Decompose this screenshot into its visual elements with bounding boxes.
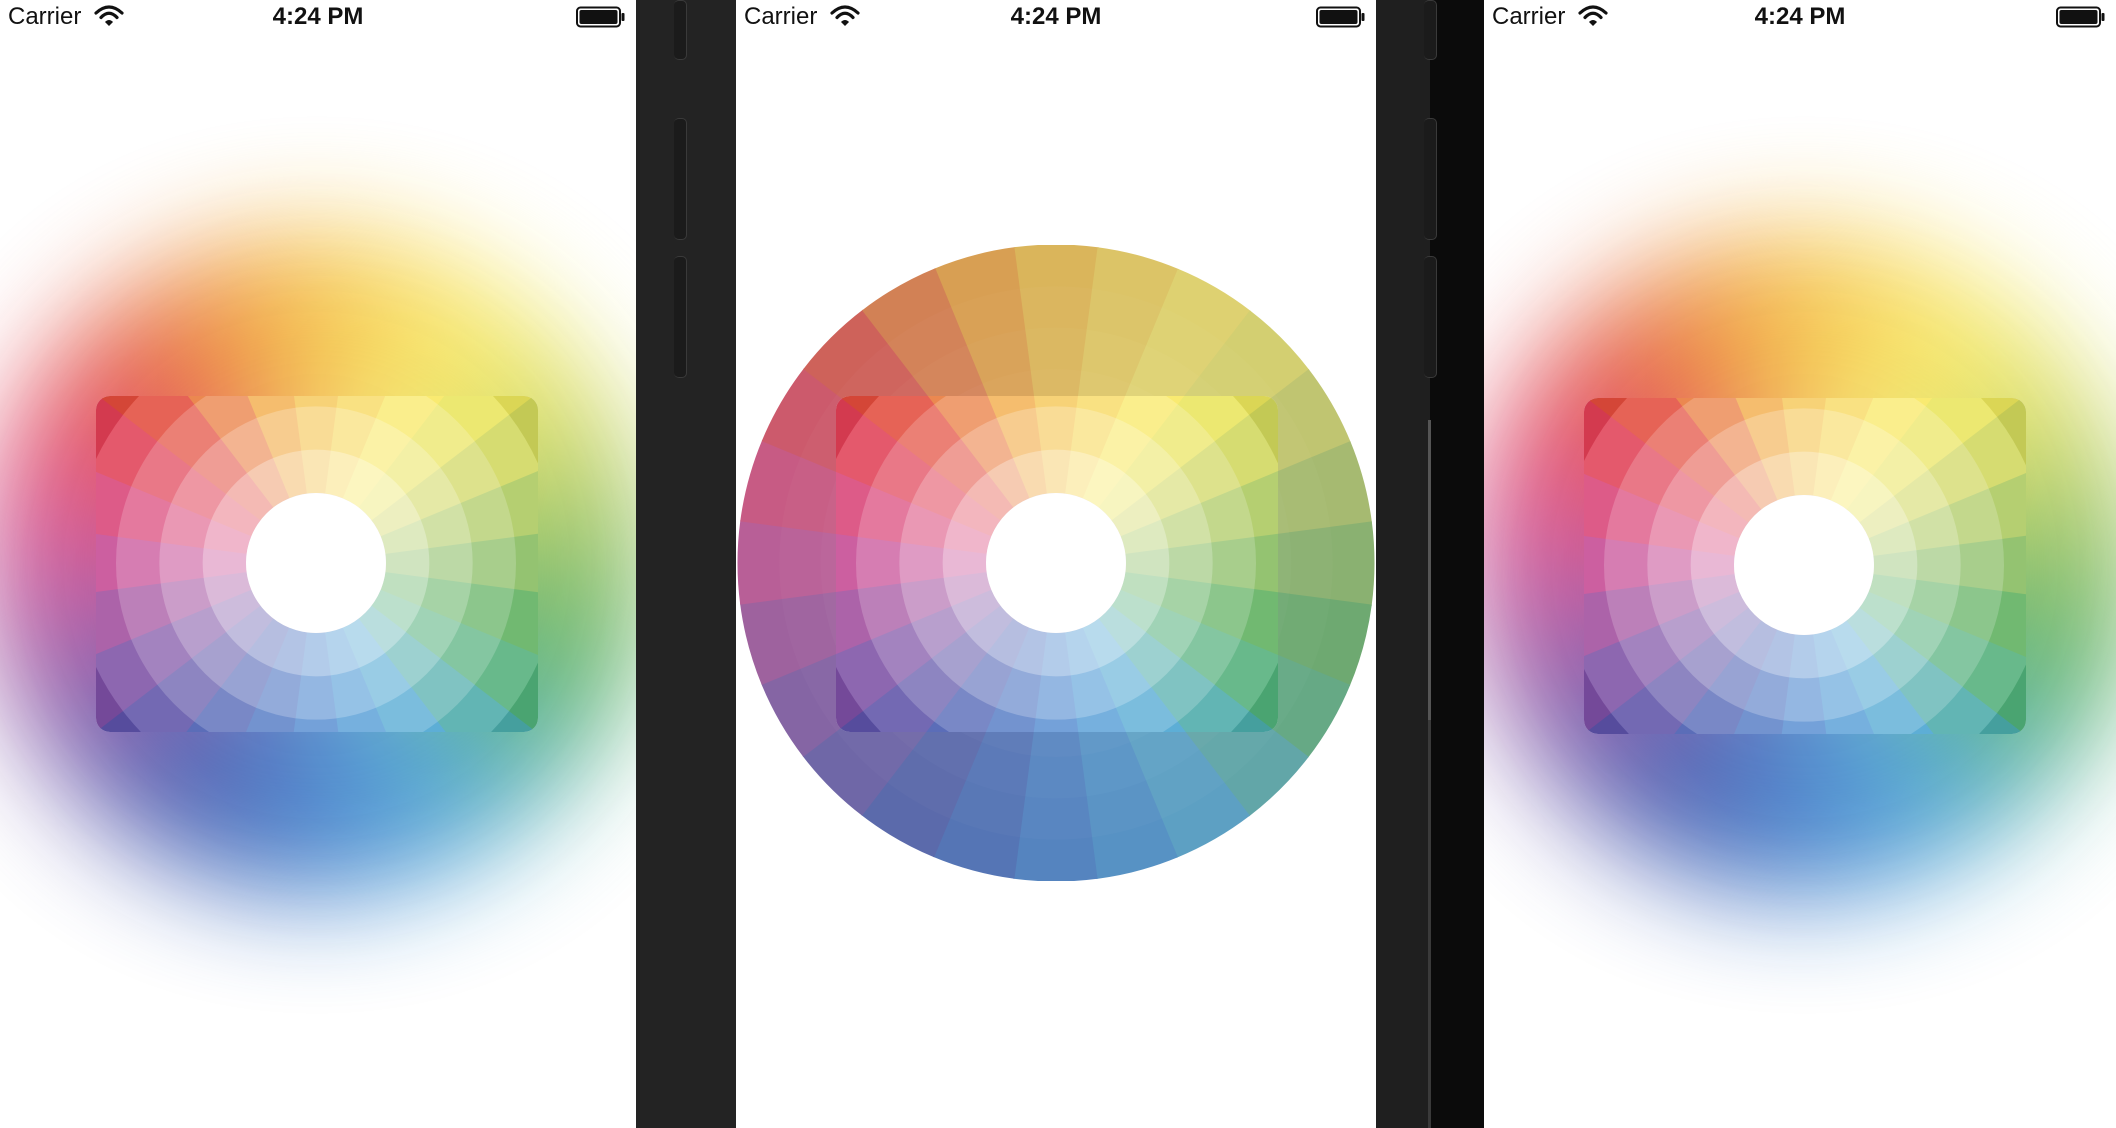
wheel-segment [596, 523, 636, 609]
wheel-segment [294, 675, 337, 721]
status-bar: Carrier 4:24 PM [736, 0, 1376, 36]
divider-line [1428, 420, 1431, 720]
wheel-segment [1767, 796, 1842, 848]
wheel-segment [2084, 524, 2116, 608]
wheel-segment [1034, 396, 1079, 408]
wheel-segment [1783, 407, 1826, 453]
side-button [1424, 0, 1437, 60]
wheel-segment [2036, 528, 2088, 603]
divider-line [1428, 720, 1431, 1128]
wheel-segment [1024, 755, 1087, 799]
wheel-segment [1025, 327, 1088, 371]
wheel-segment [1761, 234, 1850, 286]
wheel-segment [1774, 331, 1837, 382]
wheel-segment [279, 796, 354, 848]
wheel-segment [293, 718, 339, 732]
wheel-segment [1782, 677, 1825, 723]
color-wheel-card [1584, 398, 2026, 734]
wheel-segment [34, 527, 86, 602]
battery-icon [2056, 6, 2105, 28]
wheel-segment [1330, 521, 1375, 606]
side-button [674, 0, 687, 60]
status-bar: Carrier 4:24 PM [1484, 0, 2116, 36]
wheel-segment [898, 541, 944, 584]
phone-screen-blur-right: Carrier 4:24 PM [1484, 0, 2116, 1128]
wheel-center-hole [1734, 495, 1874, 635]
wheel-segment [1254, 533, 1278, 594]
wheel-segment [1211, 536, 1257, 590]
wheel-segment [2002, 535, 2026, 596]
color-wheel-card [96, 396, 538, 732]
wheel-segment [273, 234, 362, 286]
wheel-segment [1781, 720, 1827, 734]
wheel-segment [158, 541, 204, 584]
wheel-segment [1168, 542, 1214, 585]
wheel-segment [855, 536, 901, 590]
color-wheel-crop [1584, 398, 2026, 734]
wheel-segment [1019, 285, 1094, 330]
wheel-segment [115, 536, 161, 590]
wheel-segment [471, 536, 517, 590]
wheel-segment [1603, 538, 1649, 592]
color-wheel-card [836, 396, 1278, 732]
wheel-segment [1773, 748, 1836, 799]
phone-screen-blur-left: Carrier 4:24 PM [0, 0, 636, 1128]
wheel-center-hole [986, 493, 1126, 633]
wheel-segment [272, 844, 361, 896]
battery-icon [576, 6, 625, 28]
wheel-segment [514, 533, 538, 594]
wheel-segment [1018, 796, 1093, 841]
wheel-segment [96, 533, 118, 592]
wheel-segment [1014, 245, 1099, 289]
status-time: 4:24 PM [1754, 3, 1846, 30]
battery-icon [1316, 6, 1365, 28]
wheel-segment [1034, 675, 1077, 721]
wheel-segment [286, 331, 349, 382]
phone-screen-wheel-center: Carrier 4:24 PM [736, 0, 1376, 1128]
wheel-segment [285, 748, 348, 799]
wheel-segment [548, 528, 600, 603]
volume-down-button [1424, 256, 1437, 378]
color-wheel-crop [96, 396, 538, 732]
volume-down-button [674, 256, 687, 378]
wheel-segment [778, 525, 823, 600]
wheel-segment [280, 282, 355, 334]
wheel-segment [1646, 543, 1692, 586]
status-time: 4:24 PM [1010, 3, 1102, 30]
wheel-segment [428, 542, 474, 585]
wheel-segment [1013, 837, 1098, 881]
wheel-segment [1584, 535, 1606, 594]
wheel-segment [1035, 405, 1078, 451]
device-bezel-dark [1430, 0, 1484, 1128]
wheel-segment [1033, 718, 1079, 732]
wheel-segment [0, 521, 38, 607]
wheel-segment [1522, 527, 1574, 602]
color-wheel-crop [836, 396, 1278, 732]
wheel-segment [737, 520, 782, 605]
wheel-segment [1289, 526, 1334, 601]
status-time: 4:24 PM [272, 3, 364, 30]
wheel-segment [1959, 538, 2005, 592]
wheel-segment [295, 405, 338, 451]
wheel-segment [836, 533, 858, 592]
wheel-segment [1782, 398, 1827, 410]
volume-up-button [674, 118, 687, 240]
wheel-segment [1768, 282, 1843, 334]
wheel-segment [1484, 521, 1526, 608]
wheel-center-hole [246, 493, 386, 633]
wheel-segment [1760, 844, 1849, 896]
status-bar: Carrier 4:24 PM [0, 0, 636, 36]
volume-up-button [1424, 118, 1437, 240]
wheel-segment [1916, 544, 1962, 587]
wheel-segment [294, 396, 339, 408]
